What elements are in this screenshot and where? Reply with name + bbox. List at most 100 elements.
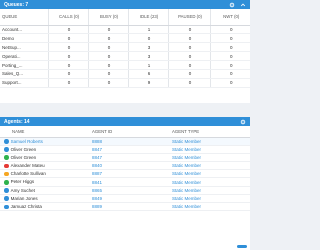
queue-row[interactable]: Demo 0 0 0 0 0 xyxy=(0,33,250,44)
agent-type: Static Member xyxy=(170,153,250,163)
queue-cell-nwt: 0 xyxy=(209,42,250,53)
panel-divider xyxy=(0,103,250,117)
agent-id: 8888 xyxy=(90,137,170,146)
agent-name-cell: Peter Higgs xyxy=(0,177,90,187)
col-paused[interactable]: PAUSED (0) xyxy=(167,9,210,26)
queue-cell-calls: 0 xyxy=(47,42,88,53)
queues-panel: Queues: 7 QUEUE CALLS (0) BUSY (0) IDLE … xyxy=(0,0,250,103)
queue-cell-nwt: 0 xyxy=(209,78,250,88)
queue-cell-paused: 0 xyxy=(167,69,210,79)
agents-title: Agents: 14 xyxy=(4,118,30,125)
agent-id: 8841 xyxy=(90,177,170,187)
queue-cell-calls: 0 xyxy=(47,60,88,70)
agent-status-icon xyxy=(4,139,9,144)
agent-name-cell: Jamuaz Christa xyxy=(0,202,90,212)
queue-row[interactable]: Support... 0 0 9 0 0 xyxy=(0,78,250,88)
col-busy[interactable]: BUSY (0) xyxy=(87,9,128,26)
agent-id: 8840 xyxy=(90,161,170,171)
agent-type: Static Member xyxy=(170,194,250,204)
agent-id: 8849 xyxy=(90,194,170,204)
queue-cell-nwt: 0 xyxy=(209,51,250,62)
queue-cell-paused: 0 xyxy=(167,42,210,53)
col-agent-type[interactable]: AGENT TYPE xyxy=(170,126,250,138)
queue-cell-busy: 0 xyxy=(87,60,128,70)
agent-name-cell: Charlotte Sullivan xyxy=(0,169,90,179)
agent-name: Marian Jones xyxy=(10,195,38,201)
agent-status-icon xyxy=(4,196,9,201)
queue-cell-calls: 0 xyxy=(47,25,88,35)
col-queue[interactable]: QUEUE xyxy=(0,9,48,26)
agent-status-icon xyxy=(4,155,9,161)
queue-row[interactable]: Sales_Q... 0 0 6 0 0 xyxy=(0,69,250,79)
queue-row[interactable]: Operati... 0 0 3 0 0 xyxy=(0,51,250,62)
queue-cell-busy: 0 xyxy=(87,78,128,88)
queues-table-header: QUEUE CALLS (0) BUSY (0) IDLE (23) PAUSE… xyxy=(0,9,250,26)
agent-row[interactable]: Alexander Mateu 8840 Static Member xyxy=(0,161,250,171)
agent-row[interactable]: Charlotte Sullivan 8887 Static Member xyxy=(0,169,250,179)
queue-cell-calls: 0 xyxy=(47,33,88,44)
queue-cell-idle: 1 xyxy=(127,60,168,70)
queue-cell-name: Operati... xyxy=(0,51,48,62)
agent-row[interactable]: Amy Suchet 8865 Static Member xyxy=(0,186,250,195)
agent-id: 8887 xyxy=(90,169,170,179)
queue-cell-nwt: 0 xyxy=(209,69,250,79)
queue-cell-busy: 0 xyxy=(87,69,128,79)
col-nwt[interactable]: NWT (0) xyxy=(209,9,250,26)
queue-cell-calls: 0 xyxy=(47,78,88,88)
settings-icon[interactable] xyxy=(239,118,246,125)
queue-cell-name: Support... xyxy=(0,78,48,88)
agent-id: 8889 xyxy=(90,202,170,212)
agent-name: Charlotte Sullivan xyxy=(10,171,46,177)
queue-cell-calls: 0 xyxy=(47,51,88,62)
agent-name: Peter Higgs xyxy=(10,179,35,185)
agent-name: Oliver Green xyxy=(10,154,37,160)
queue-cell-name: Porting_... xyxy=(0,60,48,70)
queue-cell-nwt: 0 xyxy=(209,33,250,44)
queue-cell-name: Sales_Q... xyxy=(0,69,48,79)
agent-name: Jamuaz Christa xyxy=(10,204,42,210)
agent-type: Static Member xyxy=(170,137,250,146)
queue-cell-paused: 0 xyxy=(167,78,210,88)
agent-type: Static Member xyxy=(170,202,250,212)
agent-status-icon xyxy=(4,163,9,169)
scroll-indicator[interactable] xyxy=(237,245,247,248)
agent-type: Static Member xyxy=(170,177,250,187)
agent-row[interactable]: Peter Higgs 8841 Static Member xyxy=(0,177,250,187)
agent-name-cell: Samuel Roberts xyxy=(0,137,90,146)
queue-cell-paused: 0 xyxy=(167,60,210,70)
agent-status-icon xyxy=(4,171,9,177)
agent-row[interactable]: Oliver Green 8847 Static Member xyxy=(0,153,250,163)
agent-name: Amy Suchet xyxy=(10,187,35,193)
queue-row[interactable]: Porting_... 0 0 1 0 0 xyxy=(0,60,250,70)
agent-row[interactable]: Samuel Roberts 8888 Static Member xyxy=(0,137,250,146)
agent-status-icon xyxy=(4,179,9,185)
agent-id: 8865 xyxy=(90,186,170,195)
settings-icon[interactable] xyxy=(228,1,235,8)
queue-cell-paused: 0 xyxy=(167,51,210,62)
queues-table: QUEUE CALLS (0) BUSY (0) IDLE (23) PAUSE… xyxy=(0,9,250,88)
agents-table: NAME AGENT ID AGENT TYPE Samuel Roberts 8… xyxy=(0,126,250,212)
queue-cell-paused: 0 xyxy=(167,33,210,44)
queue-cell-calls: 0 xyxy=(47,69,88,79)
col-idle[interactable]: IDLE (23) xyxy=(127,9,168,26)
col-name[interactable]: NAME xyxy=(0,126,90,138)
agent-id: 8847 xyxy=(90,153,170,163)
agent-row[interactable]: Jamuaz Christa 8889 Static Member xyxy=(0,202,250,212)
agent-status-icon xyxy=(4,147,9,152)
agent-row[interactable]: Marian Jones 8849 Static Member xyxy=(0,194,250,204)
agents-table-header: NAME AGENT ID AGENT TYPE xyxy=(0,126,250,138)
queue-row[interactable]: Account... 0 0 1 0 0 xyxy=(0,25,250,35)
col-agent-id[interactable]: AGENT ID xyxy=(90,126,170,138)
queue-cell-nwt: 0 xyxy=(209,25,250,35)
col-calls[interactable]: CALLS (0) xyxy=(47,9,88,26)
queue-cell-idle: 0 xyxy=(127,33,168,44)
queue-cell-idle: 3 xyxy=(127,51,168,62)
agent-type: Static Member xyxy=(170,161,250,171)
queue-cell-busy: 0 xyxy=(87,25,128,35)
collapse-icon[interactable] xyxy=(239,1,246,8)
queue-cell-idle: 1 xyxy=(127,25,168,35)
queue-row[interactable]: NetSup... 0 0 3 0 0 xyxy=(0,42,250,53)
agent-name-cell: Oliver Green xyxy=(0,153,90,163)
agent-row[interactable]: Oliver Green 8847 Static Member xyxy=(0,145,250,154)
agents-panel: Agents: 14 NAME AGENT ID AGENT TYPE Samu… xyxy=(0,117,250,250)
